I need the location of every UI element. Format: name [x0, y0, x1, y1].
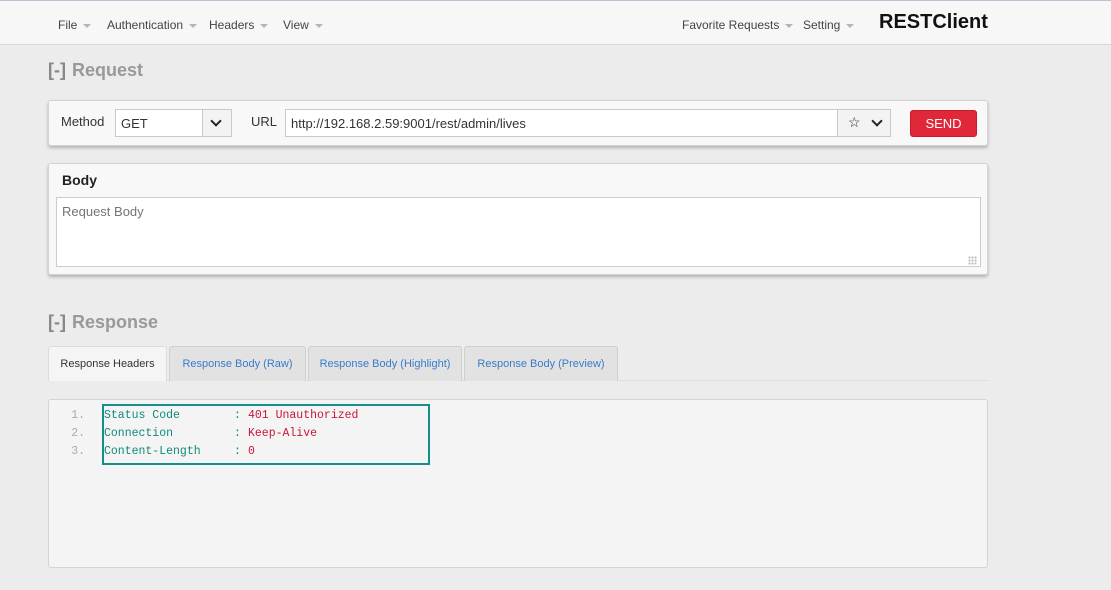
- menu-headers-label: Headers: [209, 18, 255, 32]
- line-number: 2.: [71, 427, 85, 440]
- resize-grip-icon[interactable]: [968, 256, 977, 265]
- chevron-down-icon: [210, 115, 222, 127]
- menu-view-label: View: [283, 18, 309, 32]
- url-input[interactable]: [285, 109, 838, 137]
- request-section-title: [-] Request: [48, 60, 143, 81]
- request-collapse-toggle[interactable]: [-]: [48, 60, 66, 80]
- caret-down-icon: [260, 23, 269, 28]
- response-section-title: [-] Response: [48, 312, 158, 333]
- method-select[interactable]: GET: [115, 109, 232, 137]
- caret-down-icon: [785, 23, 794, 28]
- line-number: 1.: [71, 409, 85, 422]
- tab-response-headers[interactable]: Response Headers: [48, 346, 167, 381]
- line-number: 3.: [71, 445, 85, 458]
- chevron-down-icon[interactable]: [871, 115, 883, 127]
- menu-view[interactable]: View: [283, 18, 323, 32]
- method-value: GET: [121, 116, 148, 131]
- menu-file[interactable]: File: [58, 18, 92, 32]
- menu-favorite-requests-label: Favorite Requests: [682, 18, 780, 32]
- menu-headers[interactable]: Headers: [209, 18, 269, 32]
- method-label: Method: [61, 114, 105, 129]
- caret-down-icon: [314, 23, 323, 28]
- top-navbar: File Authentication Headers View Favorit…: [0, 0, 1111, 45]
- tab-response-body-highlight[interactable]: Response Body (Highlight): [308, 346, 462, 381]
- menu-favorite-requests[interactable]: Favorite Requests: [682, 18, 794, 32]
- app-brand[interactable]: RESTClient: [879, 11, 988, 34]
- caret-down-icon: [189, 23, 198, 28]
- caret-down-icon: [846, 23, 855, 28]
- menu-setting-label: Setting: [803, 18, 841, 32]
- method-dropdown-button[interactable]: [202, 110, 231, 136]
- tab-response-body-raw[interactable]: Response Body (Raw): [169, 346, 306, 381]
- menu-authentication[interactable]: Authentication: [107, 18, 198, 32]
- url-label: URL: [251, 114, 278, 129]
- tab-response-body-preview[interactable]: Response Body (Preview): [464, 346, 618, 381]
- star-icon[interactable]: ☆: [848, 114, 861, 131]
- send-button[interactable]: SEND: [910, 110, 977, 137]
- menu-file-label: File: [58, 18, 78, 32]
- response-collapse-toggle[interactable]: [-]: [48, 312, 66, 332]
- request-body-textarea[interactable]: [56, 197, 981, 267]
- menu-authentication-label: Authentication: [107, 18, 184, 32]
- body-label: Body: [62, 172, 97, 188]
- caret-down-icon: [83, 23, 92, 28]
- annotation-highlight-box: [102, 404, 430, 465]
- request-title-text: Request: [71, 60, 143, 80]
- menu-setting[interactable]: Setting: [803, 18, 855, 32]
- url-favorites-addon[interactable]: ☆: [837, 109, 891, 137]
- response-title-text: Response: [71, 312, 159, 332]
